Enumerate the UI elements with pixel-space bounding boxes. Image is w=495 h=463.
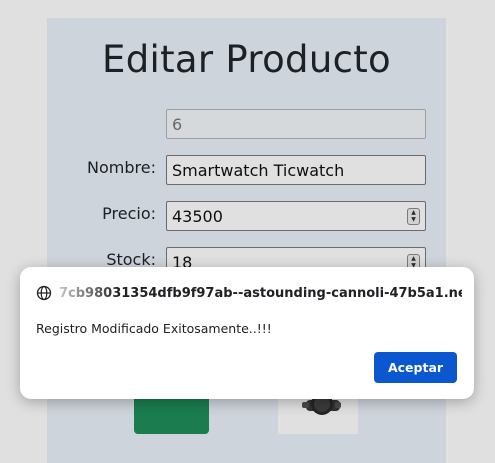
- accept-button[interactable]: Aceptar: [374, 352, 457, 383]
- dialog-origin-url: 7cb98031354dfb9f97ab--astounding-cannoli…: [59, 285, 462, 301]
- globe-icon: [36, 285, 52, 301]
- dialog-origin: 7cb98031354dfb9f97ab--astounding-cannoli…: [36, 285, 462, 301]
- alert-dialog: 7cb98031354dfb9f97ab--astounding-cannoli…: [20, 267, 474, 399]
- dialog-message: Registro Modificado Exitosamente..!!!: [36, 321, 272, 336]
